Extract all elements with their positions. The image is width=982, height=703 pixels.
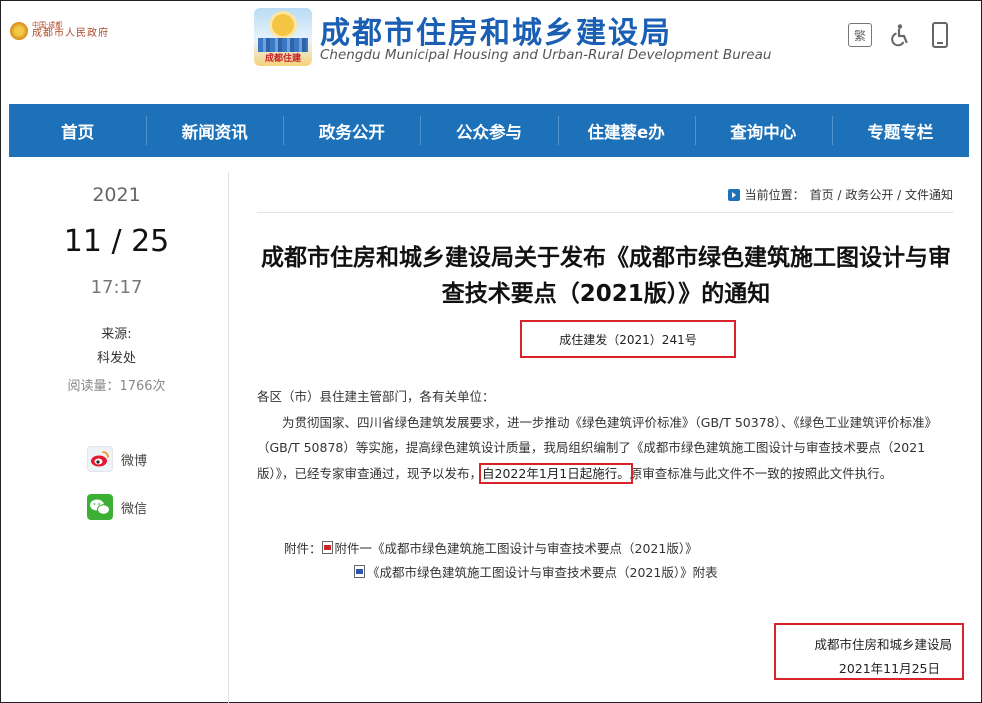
weibo-icon: [87, 446, 113, 472]
share-weibo-label: 微博: [121, 453, 148, 469]
bureau-logo-caption: 成都住建: [264, 54, 301, 64]
nav-item-query-center[interactable]: 查询中心: [694, 104, 832, 157]
nav-item-special-topics[interactable]: 专题专栏: [831, 104, 969, 157]
breadcrumb: 当前位置： 首页 / 政务公开 / 文件通知: [727, 186, 953, 203]
gov-logo-text: 成都市人民政府: [32, 28, 109, 40]
wechat-icon: [87, 494, 113, 520]
nav-item-news[interactable]: 新闻资讯: [146, 104, 283, 157]
body-paragraph: 为贯彻国家、四川省绿色建筑发展要求，进一步推动《绿色建筑评价标准》（GB/T 5…: [257, 410, 957, 487]
pdf-file-icon: [321, 540, 333, 554]
source-label: 来源:: [101, 327, 132, 342]
effective-date-highlight: 自2022年1月1日起施行。: [479, 462, 633, 484]
source-value: 科发处: [96, 351, 136, 366]
traditional-chinese-button[interactable]: 繁: [848, 23, 872, 47]
salutation: 各区（市）县住建主管部门，各有关单位：: [257, 389, 495, 404]
signature-block: 成都市住房和城乡建设局 2021年11月25日: [774, 623, 964, 680]
publish-time: 17:17: [90, 277, 143, 298]
share-wechat-label: 微信: [121, 501, 148, 517]
read-count: 阅读量：1766次: [67, 379, 166, 394]
publish-year: 2021: [92, 184, 141, 206]
main-nav: 首页 新闻资讯 政务公开 公众参与 住建蓉e办 查询中心 专题专栏: [9, 104, 969, 157]
word-file-icon: [354, 564, 365, 578]
nav-item-public-participation[interactable]: 公众参与: [420, 104, 557, 157]
bureau-logo[interactable]: 成都住建: [254, 8, 312, 66]
attachment-row: 《成都市绿色建筑施工图设计与审查技术要点（2021版）》附表: [354, 559, 718, 583]
attachment-link-2[interactable]: 《成都市绿色建筑施工图设计与审查技术要点（2021版）》附表: [367, 562, 718, 581]
sidebar-divider: [228, 172, 229, 703]
body-text-after: 原审查标准与此文件不一致的按照此文件执行。: [629, 465, 893, 481]
breadcrumb-prefix: 当前位置：: [744, 188, 805, 202]
article-body: 各区（市）县住建主管部门，各有关单位： 为贯彻国家、四川省绿色建筑发展要求，进一…: [257, 384, 957, 486]
sun-graphic: [272, 14, 294, 36]
breadcrumb-arrow-icon: [727, 188, 740, 201]
attachment-link-1[interactable]: 附件一《成都市绿色建筑施工图设计与审查技术要点（2021版）》: [335, 538, 698, 557]
gov-emblem-icon: [10, 22, 28, 40]
nav-item-government-affairs[interactable]: 政务公开: [283, 104, 420, 157]
signature-date: 2021年11月25日: [838, 661, 940, 676]
site-subtitle: Chengdu Municipal Housing and Urban-Rura…: [320, 47, 772, 63]
mobile-icon[interactable]: [928, 22, 952, 48]
city-skyline-graphic: [258, 38, 308, 52]
signature-organization: 成都市住房和城乡建设局: [814, 637, 952, 652]
header-tools: 繁: [848, 22, 952, 48]
attachment-label: 附件：: [284, 540, 322, 556]
accessibility-icon[interactable]: [888, 22, 912, 48]
breadcrumb-path[interactable]: 首页 / 政务公开 / 文件通知: [810, 186, 953, 203]
publish-month-day: 11 / 25: [63, 224, 170, 259]
attachments: 附件： 附件一《成都市绿色建筑施工图设计与审查技术要点（2021版）》 《成都市…: [284, 535, 718, 583]
site-title: 成都市住房和城乡建设局: [320, 16, 672, 51]
gov-logo[interactable]: 中国·成都 成都市人民政府: [10, 21, 109, 40]
breadcrumb-divider: [257, 212, 954, 213]
document-number: 成住建发（2021）241号: [520, 320, 736, 358]
nav-item-home[interactable]: 首页: [9, 104, 146, 157]
share-weibo-button[interactable]: 微博: [87, 446, 147, 472]
article-title: 成都市住房和城乡建设局关于发布《成都市绿色建筑施工图设计与审查技术要点（2021…: [261, 245, 951, 307]
nav-item-e-services[interactable]: 住建蓉e办: [557, 104, 695, 157]
document-number-text: 成住建发（2021）241号: [559, 332, 697, 347]
share-wechat-button[interactable]: 微信: [87, 494, 147, 520]
attachment-row: 附件： 附件一《成都市绿色建筑施工图设计与审查技术要点（2021版）》: [284, 535, 718, 559]
